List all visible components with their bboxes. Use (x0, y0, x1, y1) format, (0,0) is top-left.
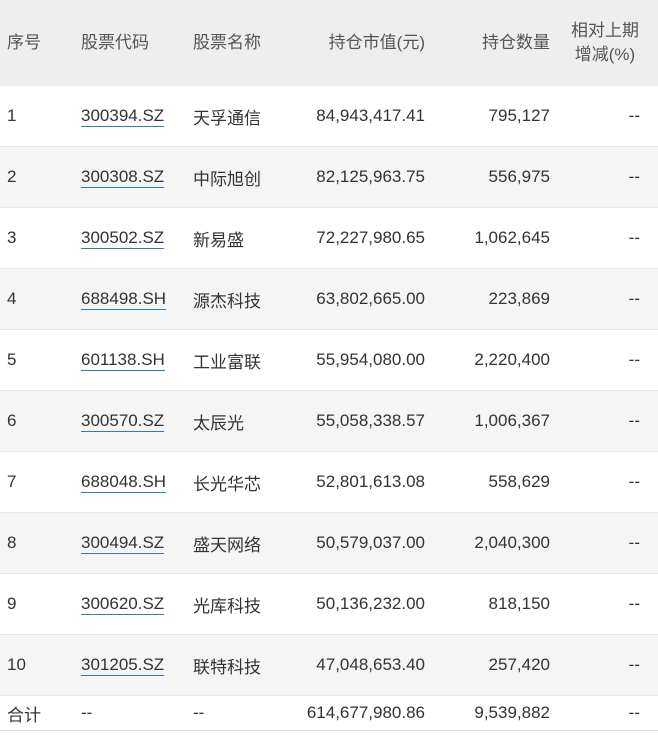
table-row: 2 300308.SZ 中际旭创 82,125,963.75 556,975 -… (0, 146, 658, 208)
total-code: -- (81, 695, 193, 731)
row-value: 84,943,417.41 (285, 86, 425, 147)
row-index: 10 (0, 634, 81, 696)
table-row: 5 601138.SH 工业富联 55,954,080.00 2,220,400… (0, 329, 658, 391)
table-row: 8 300494.SZ 盛天网络 50,579,037.00 2,040,300… (0, 512, 658, 574)
stock-code-link[interactable]: 601138.SH (81, 350, 165, 371)
row-code-cell: 300502.SZ (81, 207, 193, 269)
row-value: 55,954,080.00 (285, 329, 425, 391)
row-index: 7 (0, 451, 81, 513)
stock-code-link[interactable]: 300494.SZ (81, 533, 165, 554)
row-index: 5 (0, 329, 81, 391)
row-value: 47,048,653.40 (285, 634, 425, 696)
stock-code-link[interactable]: 300620.SZ (81, 594, 165, 615)
row-code-cell: 300494.SZ (81, 512, 193, 574)
row-name: 盛天网络 (193, 512, 285, 574)
row-name: 太辰光 (193, 390, 285, 452)
row-change: -- (550, 390, 658, 452)
row-name: 光库科技 (193, 573, 285, 635)
total-name: -- (193, 695, 285, 731)
stock-code-link[interactable]: 300570.SZ (81, 411, 165, 432)
row-change: -- (550, 573, 658, 635)
row-index: 3 (0, 207, 81, 269)
row-code-cell: 688048.SH (81, 451, 193, 513)
stock-code-link[interactable]: 688498.SH (81, 289, 167, 310)
row-code-cell: 300394.SZ (81, 86, 193, 147)
table-row: 10 301205.SZ 联特科技 47,048,653.40 257,420 … (0, 634, 658, 696)
row-value: 52,801,613.08 (285, 451, 425, 513)
row-value: 55,058,338.57 (285, 390, 425, 452)
row-index: 8 (0, 512, 81, 574)
header-change-text: 相对上期 增减(%) (570, 19, 640, 67)
header-change-line2: 增减(%) (574, 45, 636, 64)
row-change: -- (550, 634, 658, 696)
total-value: 614,677,980.86 (285, 695, 425, 731)
row-index: 9 (0, 573, 81, 635)
row-code-cell: 300620.SZ (81, 573, 193, 635)
row-quantity: 2,220,400 (425, 329, 550, 391)
row-quantity: 558,629 (425, 451, 550, 513)
row-quantity: 556,975 (425, 146, 550, 208)
row-quantity: 2,040,300 (425, 512, 550, 574)
row-name: 新易盛 (193, 207, 285, 269)
stock-code-link[interactable]: 300394.SZ (81, 106, 165, 127)
row-code-cell: 688498.SH (81, 268, 193, 330)
header-stock-code: 股票代码 (81, 0, 193, 86)
row-name: 天孚通信 (193, 86, 285, 147)
row-name: 联特科技 (193, 634, 285, 696)
total-row: 合计 -- -- 614,677,980.86 9,539,882 -- (0, 695, 658, 731)
table-row: 4 688498.SH 源杰科技 63,802,665.00 223,869 -… (0, 268, 658, 330)
table-row: 3 300502.SZ 新易盛 72,227,980.65 1,062,645 … (0, 207, 658, 269)
header-market-value: 持仓市值(元) (285, 0, 425, 86)
table-row: 1 300394.SZ 天孚通信 84,943,417.41 795,127 -… (0, 86, 658, 147)
row-change: -- (550, 451, 658, 513)
row-quantity: 257,420 (425, 634, 550, 696)
row-code-cell: 601138.SH (81, 329, 193, 391)
row-code-cell: 301205.SZ (81, 634, 193, 696)
total-quantity: 9,539,882 (425, 695, 550, 731)
stock-code-link[interactable]: 301205.SZ (81, 655, 165, 676)
row-change: -- (550, 86, 658, 147)
row-quantity: 818,150 (425, 573, 550, 635)
header-stock-name: 股票名称 (193, 0, 285, 86)
table-row: 7 688048.SH 长光华芯 52,801,613.08 558,629 -… (0, 451, 658, 513)
row-quantity: 223,869 (425, 268, 550, 330)
holdings-table: 序号 股票代码 股票名称 持仓市值(元) 持仓数量 相对上期 增减(%) 1 3… (0, 0, 658, 731)
row-index: 6 (0, 390, 81, 452)
table-row: 9 300620.SZ 光库科技 50,136,232.00 818,150 -… (0, 573, 658, 635)
row-name: 源杰科技 (193, 268, 285, 330)
table-header-row: 序号 股票代码 股票名称 持仓市值(元) 持仓数量 相对上期 增减(%) (0, 0, 658, 86)
stock-code-link[interactable]: 300502.SZ (81, 228, 165, 249)
row-value: 50,136,232.00 (285, 573, 425, 635)
row-name: 长光华芯 (193, 451, 285, 513)
total-label: 合计 (0, 695, 81, 731)
header-change: 相对上期 增减(%) (550, 0, 658, 86)
row-name: 中际旭创 (193, 146, 285, 208)
row-index: 2 (0, 146, 81, 208)
row-index: 4 (0, 268, 81, 330)
row-code-cell: 300308.SZ (81, 146, 193, 208)
row-change: -- (550, 329, 658, 391)
row-change: -- (550, 512, 658, 574)
row-quantity: 795,127 (425, 86, 550, 147)
stock-code-link[interactable]: 688048.SH (81, 472, 167, 493)
row-index: 1 (0, 86, 81, 147)
header-change-line1: 相对上期 (571, 21, 639, 40)
row-value: 63,802,665.00 (285, 268, 425, 330)
total-change: -- (550, 695, 658, 731)
row-change: -- (550, 268, 658, 330)
row-change: -- (550, 207, 658, 269)
stock-code-link[interactable]: 300308.SZ (81, 167, 165, 188)
row-change: -- (550, 146, 658, 208)
row-quantity: 1,006,367 (425, 390, 550, 452)
header-index: 序号 (0, 0, 81, 86)
row-value: 50,579,037.00 (285, 512, 425, 574)
row-value: 72,227,980.65 (285, 207, 425, 269)
row-value: 82,125,963.75 (285, 146, 425, 208)
row-code-cell: 300570.SZ (81, 390, 193, 452)
table-row: 6 300570.SZ 太辰光 55,058,338.57 1,006,367 … (0, 390, 658, 452)
row-name: 工业富联 (193, 329, 285, 391)
header-quantity: 持仓数量 (425, 0, 550, 86)
row-quantity: 1,062,645 (425, 207, 550, 269)
